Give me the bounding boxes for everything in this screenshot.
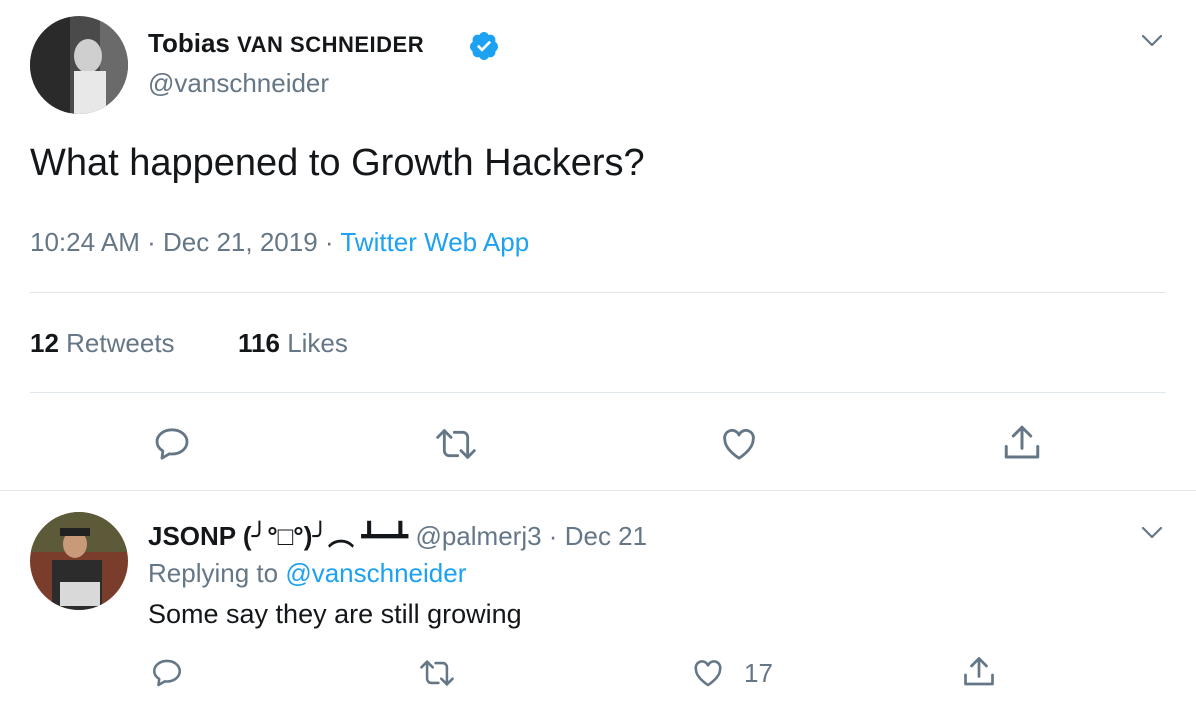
author-avatar[interactable] — [30, 16, 128, 114]
replying-to: Replying to @vanschneider — [148, 558, 466, 589]
meta-separator: · — [147, 227, 156, 257]
tweet-source-link[interactable]: Twitter Web App — [340, 227, 529, 257]
tweet-meta: 10:24 AM · Dec 21, 2019 · Twitter Web Ap… — [30, 227, 529, 258]
meta-separator: · — [324, 227, 334, 257]
retweets-count: 12 — [30, 328, 59, 358]
retweets-label: Retweets — [66, 328, 175, 358]
replying-to-label: Replying to — [148, 558, 279, 588]
reply-text: Some say they are still growing — [148, 599, 522, 629]
tweet-date[interactable]: Dec 21, 2019 — [163, 227, 318, 257]
reply-author-name: JSONP (╯°□°)╯︵ ┻━┻ — [148, 521, 409, 551]
meta-separator: · — [548, 521, 558, 551]
reply-icon[interactable] — [152, 424, 192, 464]
verified-badge-icon — [468, 30, 500, 62]
likes-label: Likes — [287, 328, 348, 358]
author-first-name: Tobias — [148, 28, 230, 58]
share-icon[interactable] — [1000, 422, 1044, 464]
author-name[interactable]: Tobias VAN SCHNEIDER — [148, 28, 424, 59]
like-icon[interactable] — [690, 656, 726, 690]
likes-stat[interactable]: 116 Likes — [238, 328, 348, 359]
share-icon[interactable] — [960, 654, 998, 690]
chevron-down-icon[interactable] — [1140, 520, 1164, 544]
reply-author-handle: @palmerj3 — [415, 521, 542, 551]
reply-author[interactable]: JSONP (╯°□°)╯︵ ┻━┻ @palmerj3 · Dec 21 — [148, 516, 647, 553]
author-last-name: VAN SCHNEIDER — [237, 32, 425, 57]
retweets-stat[interactable]: 12 Retweets — [30, 328, 175, 359]
author-handle[interactable]: @vanschneider — [148, 68, 329, 99]
divider — [0, 490, 1196, 491]
reply-author-avatar[interactable] — [30, 512, 128, 610]
retweet-icon[interactable] — [418, 656, 456, 690]
reply-date[interactable]: Dec 21 — [565, 521, 647, 551]
likes-count: 116 — [238, 328, 280, 358]
divider — [30, 392, 1166, 393]
reply-icon[interactable] — [150, 656, 184, 690]
divider — [30, 292, 1166, 293]
replying-to-handle[interactable]: @vanschneider — [285, 558, 466, 588]
retweet-icon[interactable] — [434, 424, 478, 464]
like-icon[interactable] — [718, 424, 760, 464]
tweet-text: What happened to Growth Hackers? — [30, 142, 645, 184]
chevron-down-icon[interactable] — [1140, 28, 1164, 52]
tweet-time[interactable]: 10:24 AM — [30, 227, 140, 257]
reply-like-count: 17 — [744, 658, 773, 688]
